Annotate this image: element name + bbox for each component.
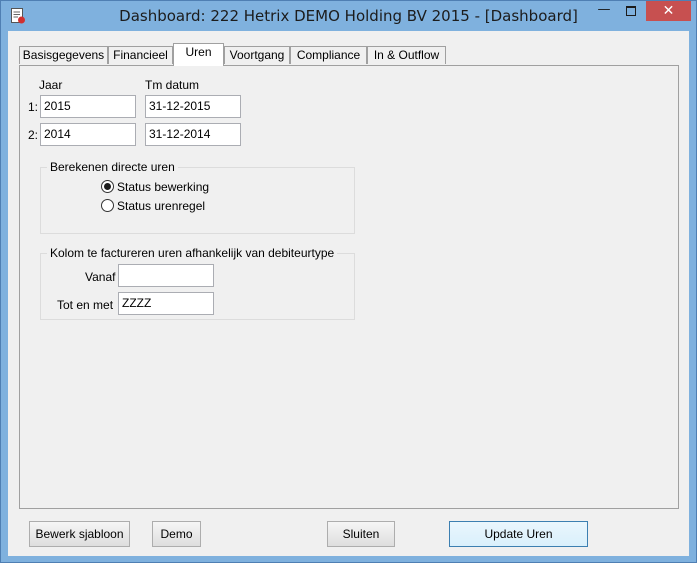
tab-basisgegevens[interactable]: Basisgegevens: [19, 46, 108, 64]
minimize-icon: —: [597, 2, 611, 17]
row-2-index: 2:: [28, 128, 39, 142]
row-1-index: 1:: [28, 100, 39, 114]
vanaf-input[interactable]: [118, 264, 214, 287]
app-window: Dashboard: 222 Hetrix DEMO Holding BV 20…: [0, 0, 697, 563]
vanaf-label: Vanaf: [85, 270, 116, 284]
status-bewerking-radio[interactable]: [101, 180, 114, 193]
jaar-1-input[interactable]: 2015: [40, 95, 136, 118]
jaar-2-input[interactable]: 2014: [40, 123, 136, 146]
status-bewerking-label[interactable]: Status bewerking: [117, 180, 209, 194]
uren-panel: Jaar Tm datum 1: 2015 31-12-2015 2: 2014…: [19, 65, 679, 509]
client-area: Basisgegevens Financieel Uren Voortgang …: [8, 31, 689, 556]
demo-button[interactable]: Demo: [152, 521, 201, 547]
close-button[interactable]: ✕: [646, 1, 691, 21]
tm-datum-label: Tm datum: [145, 78, 200, 92]
minimize-button[interactable]: —: [591, 1, 617, 21]
close-icon: ✕: [662, 3, 675, 19]
tm-datum-1-input[interactable]: 31-12-2015: [145, 95, 241, 118]
tm-datum-2-input[interactable]: 31-12-2014: [145, 123, 241, 146]
tab-uren[interactable]: Uren: [173, 43, 224, 66]
kolom-legend: Kolom te factureren uren afhankelijk van…: [50, 246, 335, 260]
maximize-button[interactable]: [618, 1, 644, 21]
title-bar[interactable]: Dashboard: 222 Hetrix DEMO Holding BV 20…: [1, 1, 696, 31]
tab-voortgang[interactable]: Voortgang: [224, 46, 290, 64]
status-urenregel-label[interactable]: Status urenregel: [117, 199, 205, 213]
tab-financieel[interactable]: Financieel: [108, 46, 173, 64]
status-urenregel-radio[interactable]: [101, 199, 114, 212]
tab-compliance[interactable]: Compliance: [290, 46, 367, 64]
tot-en-met-input[interactable]: ZZZZ: [118, 292, 214, 315]
tab-in-outflow[interactable]: In & Outflow: [367, 46, 446, 64]
update-uren-button[interactable]: Update Uren: [449, 521, 588, 547]
jaar-label: Jaar: [39, 78, 63, 92]
sluiten-button[interactable]: Sluiten: [327, 521, 395, 547]
berekenen-group: Berekenen directe uren: [40, 160, 355, 234]
tot-en-met-label: Tot en met: [57, 298, 114, 312]
bewerk-sjabloon-button[interactable]: Bewerk sjabloon: [29, 521, 130, 547]
maximize-icon: [626, 6, 636, 16]
berekenen-legend: Berekenen directe uren: [50, 160, 175, 174]
